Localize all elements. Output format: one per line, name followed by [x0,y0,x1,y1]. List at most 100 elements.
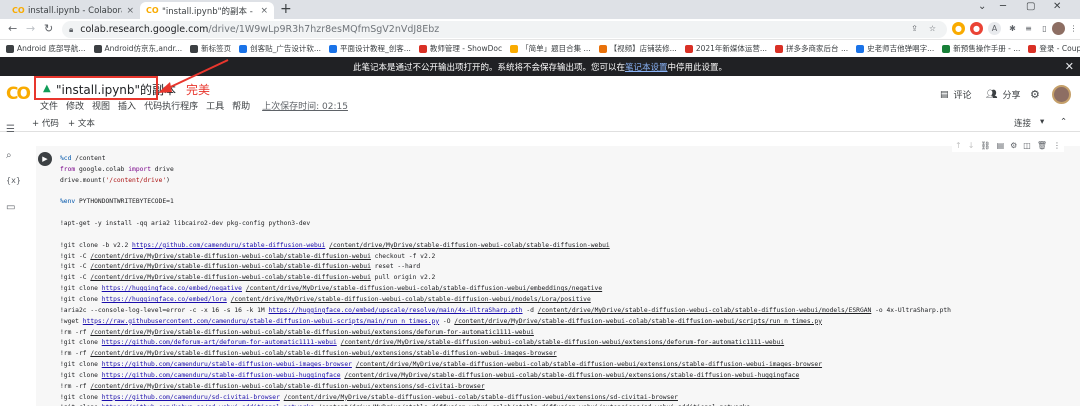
reading-list-icon[interactable]: ≡ [1022,22,1035,35]
share-button[interactable]: 👥︎ 分享 [986,88,1020,102]
bookmark-label: 平面设计教程_创客... [340,44,411,53]
search-icon[interactable]: ⌕ [6,150,12,161]
bookmark-item[interactable]: 「简单」题目合集 ... [510,43,591,54]
comment-icon: ▤ [940,89,949,100]
notice-text: 此笔记本是通过不公开输出项打开的。系统将不会保存输出项。您可以在 [352,62,625,73]
bookmark-favicon-icon [239,44,248,53]
bookmark-item[interactable]: Android 底部导航... [6,43,86,54]
left-rail: ☰ ⌕ {x} ▭ [0,114,22,406]
bookmark-item[interactable]: 登录 - Coupang... [1028,43,1080,54]
bookmark-item[interactable]: 史老师吉他弹唱字... [856,43,934,54]
link-icon[interactable]: ⛓ [980,141,990,150]
add-text-button[interactable]: + 文本 [68,117,95,129]
extension-icon[interactable]: ● [952,22,965,35]
colab-favicon-icon: CO [12,6,25,15]
bookmark-favicon-icon [6,44,14,53]
back-icon[interactable]: ← [8,22,17,35]
annotation-box [34,76,158,100]
code-line: %env PYTHONDONTWRITEBYTECODE=1 [60,198,174,206]
code-line: !git clone -b v2.2 https://github.com/ca… [60,241,610,249]
code-line: !git clone https://github.com/camenduru/… [60,393,678,401]
tab-search-icon[interactable]: ⌄ [978,1,986,12]
last-saved-link[interactable]: 上次保存时间: 02:15 [262,99,348,112]
address-bar[interactable]: 🔒︎ colab.research.google.com/drive/1W9wL… [62,21,947,38]
tab-close-icon[interactable]: × [126,6,134,16]
code-editor[interactable]: %cd /content from google.colab import dri… [60,154,1076,406]
more-icon[interactable]: ⋮ [1053,141,1061,150]
bookmark-item[interactable]: 拼多多商家后台 ... [775,43,848,54]
close-icon[interactable]: ✕ [1065,60,1074,73]
close-window-icon[interactable]: ✕ [1053,1,1061,12]
chevron-down-icon[interactable]: ▾ [1040,117,1044,127]
menu-item[interactable]: 视图 [92,99,110,112]
mirror-icon[interactable]: ◫ [1023,141,1031,150]
bookmark-favicon-icon [418,44,427,53]
bookmark-item[interactable]: 新标签页 [190,43,231,54]
url-path: /drive/1W9wLp9R3h7hzr8esMQfmSgV2nVdJ8Ebz [208,24,440,35]
code-line: !git -C /content/drive/MyDrive/stable-di… [60,263,421,271]
code-line: !wget https://raw.githubusercontent.com/… [60,317,823,325]
cell-toolbar: ↑ ↓ ⛓ ▤ ⚙ ◫ 🗑︎ ⋮ [952,139,1065,152]
gear-icon[interactable]: ⚙ [1010,141,1017,150]
annotation-arrow [158,59,229,93]
collapse-icon[interactable]: ⌃ [1060,117,1067,127]
add-code-button[interactable]: + 代码 [32,117,59,129]
browser-tab-strip: CO install.ipynb - Colaboratory × CO "in… [0,0,1080,19]
code-line: !apt-get -y install -qq aria2 libcairo2-… [60,220,311,228]
profile-avatar[interactable] [1052,22,1065,35]
side-panel-icon[interactable]: ▯ [1038,22,1051,35]
gear-icon[interactable]: ⚙ [1030,88,1040,101]
toc-menu-icon[interactable]: ☰ [6,124,15,135]
code-line: !git clone https://github.com/camenduru/… [60,371,800,379]
move-up-icon[interactable]: ↑ [955,141,962,150]
maximize-icon[interactable]: ▢ [1026,1,1035,12]
browser-menu-icon[interactable]: ⋮ [1067,22,1080,35]
extensions-puzzle-icon[interactable]: ✱ [1006,22,1019,35]
browser-tab-install[interactable]: CO install.ipynb - Colaboratory × [6,2,140,19]
bookmark-item[interactable]: 教师管理 - ShowDoc [418,43,503,54]
tab-title: install.ipynb - Colaboratory [28,5,122,16]
extension-icon[interactable]: ● [970,22,983,35]
bookmark-star-icon[interactable]: ☆ [926,22,939,35]
code-line: !git clone https://github.com/deforum-ar… [60,339,785,347]
address-bar-row: ← → ↻ 🔒︎ colab.research.google.com/drive… [0,19,1080,40]
reload-icon[interactable]: ↻ [44,22,53,35]
move-down-icon[interactable]: ↓ [968,141,975,150]
code-line: !aria2c --console-log-level=error -c -x … [60,306,951,314]
menu-item[interactable]: 帮助 [232,99,250,112]
bookmark-label: 史老师吉他弹唱字... [867,44,935,53]
comment-button[interactable]: ▤ 评论 [940,88,972,102]
bookmark-favicon-icon [1028,44,1037,53]
bookmark-item[interactable]: Android仿京东,andr... [93,43,182,54]
menu-item[interactable]: 修改 [66,99,84,112]
avatar[interactable] [1052,85,1071,104]
bookmark-label: 登录 - Coupang... [1039,44,1080,53]
delete-icon[interactable]: 🗑︎ [1037,141,1047,150]
run-cell-button[interactable]: ▶ [38,152,52,166]
tab-close-icon[interactable]: × [260,6,268,16]
folder-icon[interactable]: ▭ [6,202,15,213]
code-line: !rm -rf /content/drive/MyDrive/stable-di… [60,350,557,358]
colab-logo[interactable]: CO [6,84,31,104]
comment-label: 评论 [953,91,972,101]
connect-button[interactable]: 连接 [1014,117,1031,129]
extension-icon[interactable]: A [988,22,1001,35]
menu-item[interactable]: 文件 [40,99,58,112]
notebook-settings-link[interactable]: 笔记本设置 [625,61,668,73]
menu-item[interactable]: 插入 [118,99,136,112]
bookmark-item[interactable]: 【视频】店铺装修... [598,43,677,54]
bookmark-item[interactable]: 平面设计教程_创客... [329,43,411,54]
bookmark-label: 新标签页 [201,44,232,53]
comment-icon[interactable]: ▤ [997,141,1005,150]
forward-icon[interactable]: → [26,22,35,35]
minimize-icon[interactable]: ─ [1000,1,1006,12]
variables-icon[interactable]: {x} [6,176,21,185]
bookmark-item[interactable]: 新预售操作手册 - ... [942,43,1020,54]
share-page-icon[interactable]: ⇪ [908,22,921,35]
browser-tab-copy[interactable]: CO "install.ipynb"的副本 - Colab × [140,2,274,19]
bookmark-item[interactable]: 2021年新媒体运营... [684,43,767,54]
bookmark-item[interactable]: 创客贴_广告设计软... [239,43,321,54]
bookmark-label: 教师管理 - ShowDoc [429,44,503,53]
new-tab-button[interactable]: + [280,1,292,17]
